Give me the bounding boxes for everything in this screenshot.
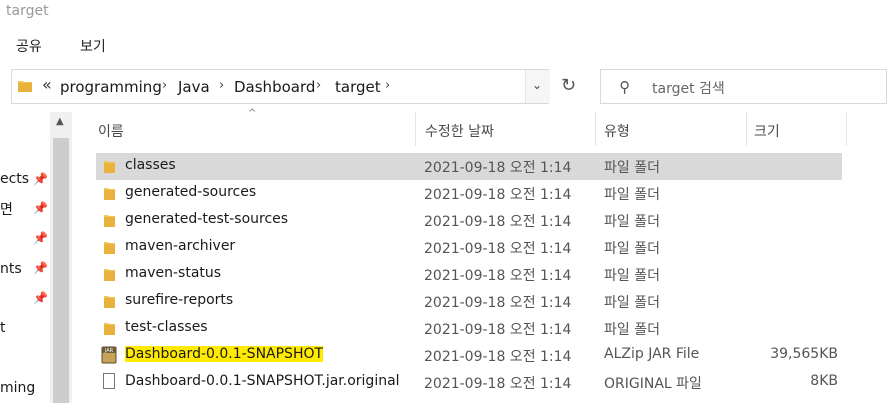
pin-icon[interactable]: 📌: [33, 261, 48, 275]
file-date: 2021-09-18 오전 1:14: [424, 160, 572, 176]
ribbon: 공유 보기: [0, 30, 887, 60]
folder-icon: [104, 188, 115, 200]
file-name[interactable]: maven-status: [125, 265, 221, 281]
tab-share[interactable]: 공유: [16, 36, 42, 56]
column-divider[interactable]: [846, 112, 847, 146]
breadcrumb-target[interactable]: target: [335, 78, 381, 96]
address-history-button[interactable]: ⌄: [525, 70, 550, 103]
file-date: 2021-09-18 오전 1:14: [424, 187, 572, 203]
breadcrumb-dashboard[interactable]: Dashboard: [234, 78, 315, 96]
file-name[interactable]: surefire-reports: [125, 292, 233, 308]
file-name[interactable]: maven-archiver: [125, 238, 235, 254]
breadcrumb-java[interactable]: Java: [178, 78, 210, 96]
table-row[interactable]: test-classes 2021-09-18 오전 1:14 파일 폴더: [96, 315, 842, 342]
search-icon: ⚲: [619, 78, 630, 96]
file-type: 파일 폴더: [604, 160, 660, 176]
folder-icon: [104, 161, 115, 173]
address-bar[interactable]: « programming › Java › Dashboard › targe…: [11, 69, 550, 104]
file-date: 2021-09-18 오전 1:14: [424, 268, 572, 284]
scroll-up-icon[interactable]: ▲: [56, 116, 64, 127]
breadcrumb-separator-icon[interactable]: ›: [162, 78, 167, 93]
folder-icon: [104, 242, 115, 254]
file-type: 파일 폴더: [604, 268, 660, 284]
scrollbar-thumb[interactable]: [53, 138, 69, 403]
chevron-down-icon: ⌄: [532, 78, 543, 92]
file-name[interactable]: generated-test-sources: [125, 211, 288, 227]
svg-text:JAR: JAR: [104, 348, 114, 354]
file-date: 2021-09-18 오전 1:14: [424, 322, 572, 338]
table-row[interactable]: surefire-reports 2021-09-18 오전 1:14 파일 폴더: [96, 288, 842, 315]
folder-icon: [104, 269, 115, 281]
table-row[interactable]: JAR Dashboard-0.0.1-SNAPSHOT 2021-09-18 오전…: [96, 342, 842, 369]
file-date: 2021-09-18 오전 1:14: [424, 376, 572, 392]
pin-icon[interactable]: 📌: [33, 172, 48, 186]
column-date[interactable]: 수정한 날짜: [425, 121, 494, 141]
jar-file-icon: JAR: [101, 346, 117, 364]
nav-item[interactable]: ming: [0, 380, 35, 396]
refresh-button[interactable]: ↻: [552, 69, 588, 104]
nav-item[interactable]: ects: [0, 171, 29, 187]
file-date: 2021-09-18 오전 1:14: [424, 349, 572, 365]
sort-ascending-icon: ^: [248, 108, 257, 119]
breadcrumb-programming[interactable]: programming: [60, 78, 162, 96]
file-name[interactable]: Dashboard-0.0.1-SNAPSHOT.jar.original: [125, 373, 400, 389]
file-name[interactable]: Dashboard-0.0.1-SNAPSHOT: [125, 346, 324, 362]
column-divider[interactable]: [595, 112, 596, 146]
pin-icon[interactable]: 📌: [33, 291, 48, 305]
column-type[interactable]: 유형: [604, 121, 630, 141]
pin-icon[interactable]: 📌: [33, 231, 48, 245]
refresh-icon: ↻: [561, 75, 577, 96]
table-row[interactable]: maven-archiver 2021-09-18 오전 1:14 파일 폴더: [96, 234, 842, 261]
column-size[interactable]: 크기: [754, 121, 780, 141]
file-date: 2021-09-18 오전 1:14: [424, 295, 572, 311]
nav-item[interactable]: 면: [0, 199, 13, 219]
breadcrumb-separator-icon[interactable]: ›: [316, 78, 321, 93]
file-size: 8KB: [810, 373, 838, 389]
tab-view[interactable]: 보기: [80, 36, 106, 56]
file-type: 파일 폴더: [604, 214, 660, 230]
file-type: 파일 폴더: [604, 241, 660, 257]
file-type: 파일 폴더: [604, 322, 660, 338]
file-name[interactable]: classes: [125, 157, 176, 173]
file-size: 39,565KB: [770, 346, 838, 362]
folder-icon: [104, 215, 115, 227]
column-name[interactable]: 이름: [98, 121, 124, 141]
pin-icon[interactable]: 📌: [33, 201, 48, 215]
table-row[interactable]: maven-status 2021-09-18 오전 1:14 파일 폴더: [96, 261, 842, 288]
file-type: 파일 폴더: [604, 295, 660, 311]
file-type: ORIGINAL 파일: [604, 376, 702, 392]
nav-item[interactable]: nts: [0, 261, 22, 277]
search-placeholder: target 검색: [652, 81, 725, 97]
column-divider[interactable]: [415, 112, 416, 146]
folder-icon: [104, 296, 115, 308]
table-row[interactable]: classes 2021-09-18 오전 1:14 파일 폴더: [96, 153, 842, 180]
file-name[interactable]: test-classes: [125, 319, 208, 335]
table-row[interactable]: generated-test-sources 2021-09-18 오전 1:14…: [96, 207, 842, 234]
table-row[interactable]: generated-sources 2021-09-18 오전 1:14 파일 폴더: [96, 180, 842, 207]
breadcrumb-separator-icon[interactable]: ›: [385, 78, 390, 93]
table-row[interactable]: Dashboard-0.0.1-SNAPSHOT.jar.original 202…: [96, 369, 842, 396]
overflow-chevron-icon[interactable]: «: [42, 75, 52, 94]
file-date: 2021-09-18 오전 1:14: [424, 241, 572, 257]
nav-item[interactable]: t: [0, 320, 6, 336]
file-icon: [103, 373, 115, 389]
file-name[interactable]: generated-sources: [125, 184, 256, 200]
column-header: ^ 이름 수정한 날짜 유형 크기: [80, 108, 887, 146]
file-type: ALZip JAR File: [604, 346, 700, 362]
folder-icon: [104, 323, 115, 335]
search-input[interactable]: ⚲ target 검색: [600, 69, 887, 104]
window-title: target: [6, 3, 49, 19]
file-type: 파일 폴더: [604, 187, 660, 203]
nav-scrollbar[interactable]: ▲: [50, 112, 72, 403]
folder-icon: [18, 81, 32, 92]
file-date: 2021-09-18 오전 1:14: [424, 214, 572, 230]
breadcrumb-separator-icon[interactable]: ›: [219, 78, 224, 93]
column-divider[interactable]: [746, 112, 747, 146]
